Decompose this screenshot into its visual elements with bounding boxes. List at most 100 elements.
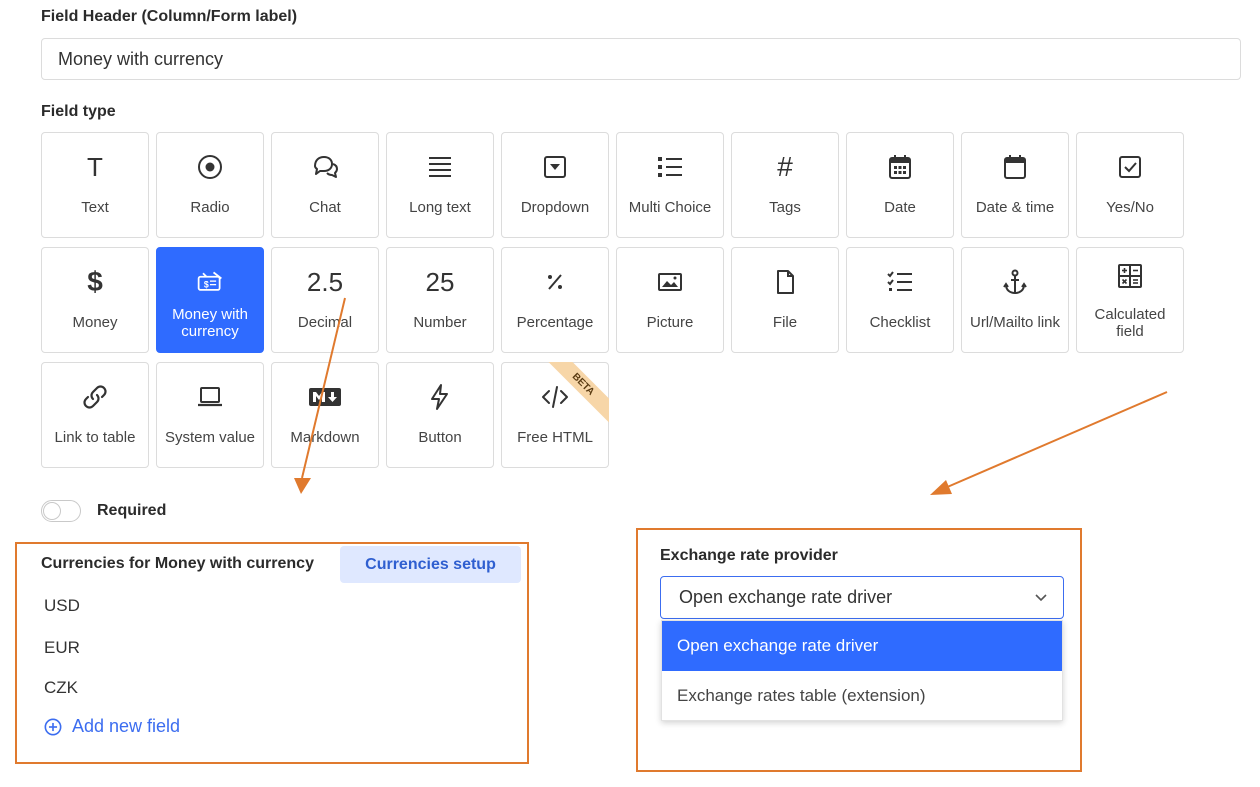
dollar-icon: $: [87, 266, 103, 297]
field-type-money-with-currency[interactable]: $ Money with currency: [156, 247, 264, 353]
anchor-icon: [962, 266, 1068, 298]
tile-label: Radio: [190, 199, 230, 216]
exchange-rate-dropdown: Open exchange rate driver Exchange rates…: [661, 620, 1063, 721]
tile-label: Url/Mailto link: [969, 314, 1060, 331]
tile-label: System value: [164, 429, 256, 446]
tile-label: Text: [81, 199, 109, 216]
field-type-yes-no[interactable]: Yes/No: [1076, 132, 1184, 238]
field-type-chat[interactable]: Chat: [271, 132, 379, 238]
code-icon: [502, 381, 608, 413]
field-type-link-to-table[interactable]: Link to table: [41, 362, 149, 468]
exchange-rate-selected: Open exchange rate driver: [679, 587, 893, 607]
chat-icon: [272, 151, 378, 183]
money-currency-icon: $: [157, 266, 263, 298]
tile-label: Money: [72, 314, 118, 331]
calendar-icon: [847, 151, 953, 183]
dropdown-icon: [502, 151, 608, 183]
list-icon: [617, 151, 723, 183]
field-type-picture[interactable]: Picture: [616, 247, 724, 353]
dropdown-option[interactable]: Open exchange rate driver: [662, 621, 1062, 671]
field-header-input[interactable]: Money with currency: [41, 38, 1241, 80]
currency-item: USD: [44, 596, 80, 615]
field-type-file[interactable]: File: [731, 247, 839, 353]
tile-label: Decimal: [297, 314, 353, 331]
decimal-icon: 2.5: [306, 266, 344, 297]
field-type-percentage[interactable]: Percentage: [501, 247, 609, 353]
field-type-date-time[interactable]: Date & time: [961, 132, 1069, 238]
dropdown-option[interactable]: Exchange rates table (extension): [662, 671, 1062, 721]
field-type-markdown[interactable]: Markdown: [271, 362, 379, 468]
file-icon: [732, 266, 838, 298]
link-icon: [42, 381, 148, 413]
tile-label: Picture: [646, 314, 694, 331]
hash-icon: #: [777, 151, 793, 182]
currency-item: EUR: [44, 638, 80, 657]
picture-icon: [617, 266, 723, 298]
tile-label: Long text: [409, 199, 471, 216]
field-type-date[interactable]: Date: [846, 132, 954, 238]
percent-icon: [502, 266, 608, 298]
svg-text:$: $: [204, 279, 209, 289]
field-type-text[interactable]: T Text: [41, 132, 149, 238]
radio-icon: [157, 151, 263, 183]
currencies-setup-button[interactable]: Currencies setup: [340, 546, 521, 583]
exchange-rate-label: Exchange rate provider: [660, 547, 838, 564]
exchange-rate-select[interactable]: Open exchange rate driver: [660, 576, 1064, 619]
calendar-blank-icon: [962, 151, 1068, 183]
number-icon: 25: [425, 266, 455, 297]
markdown-icon: [272, 381, 378, 413]
currencies-title: Currencies for Money with currency: [41, 555, 314, 572]
field-type-url-mailto-link[interactable]: Url/Mailto link: [961, 247, 1069, 353]
tile-label: Chat: [309, 199, 341, 216]
lightning-icon: [387, 381, 493, 413]
field-type-number[interactable]: 25 Number: [386, 247, 494, 353]
checklist-icon: [847, 266, 953, 298]
tile-label: Tags: [769, 199, 801, 216]
tile-label: Money with currency: [172, 306, 248, 340]
required-toggle[interactable]: [41, 500, 81, 522]
field-header-label: Field Header (Column/Form label): [41, 8, 298, 25]
field-type-tags[interactable]: # Tags: [731, 132, 839, 238]
tile-label: Button: [418, 429, 462, 446]
currency-item: CZK: [44, 678, 78, 697]
field-type-button[interactable]: Button: [386, 362, 494, 468]
field-type-checklist[interactable]: Checklist: [846, 247, 954, 353]
tile-label: File: [772, 314, 798, 331]
field-type-system-value[interactable]: System value: [156, 362, 264, 468]
laptop-icon: [157, 381, 263, 413]
arrowhead-exchange: [930, 480, 952, 495]
tile-label: Link to table: [54, 429, 136, 446]
tile-label: Dropdown: [520, 199, 590, 216]
tile-label: Percentage: [516, 314, 594, 331]
tile-label: Calculated field: [1094, 306, 1166, 340]
field-type-long-text[interactable]: Long text: [386, 132, 494, 238]
tile-label: Date: [884, 199, 916, 216]
field-type-dropdown[interactable]: Dropdown: [501, 132, 609, 238]
tile-label: Yes/No: [1106, 199, 1154, 216]
field-type-decimal[interactable]: 2.5 Decimal: [271, 247, 379, 353]
tile-label: Date & time: [975, 199, 1055, 216]
field-type-calculated-field[interactable]: Calculated field: [1076, 247, 1184, 353]
text-icon: T: [87, 151, 103, 182]
checkbox-icon: [1077, 151, 1183, 183]
arrowhead-currencies: [294, 478, 311, 494]
field-type-label: Field type: [41, 103, 116, 120]
tile-label: Checklist: [869, 314, 931, 331]
chevron-down-icon: [1035, 594, 1047, 602]
arrow-to-exchange: [944, 391, 1168, 489]
field-type-multi-choice[interactable]: Multi Choice: [616, 132, 724, 238]
plus-circle-icon: [44, 718, 62, 735]
add-new-field-button[interactable]: Add new field: [44, 716, 180, 737]
field-type-money[interactable]: $ Money: [41, 247, 149, 353]
long-text-icon: [387, 151, 493, 183]
add-new-field-label: Add new field: [72, 716, 181, 736]
field-type-radio[interactable]: Radio: [156, 132, 264, 238]
toggle-knob: [43, 502, 61, 520]
calculator-icon: [1077, 260, 1183, 292]
required-label: Required: [97, 502, 167, 519]
tile-label: Free HTML: [517, 429, 593, 446]
field-type-free-html[interactable]: Free HTML BETA: [501, 362, 609, 468]
tile-label: Markdown: [290, 429, 360, 446]
tile-label: Number: [413, 314, 467, 331]
tile-label: Multi Choice: [628, 199, 712, 216]
